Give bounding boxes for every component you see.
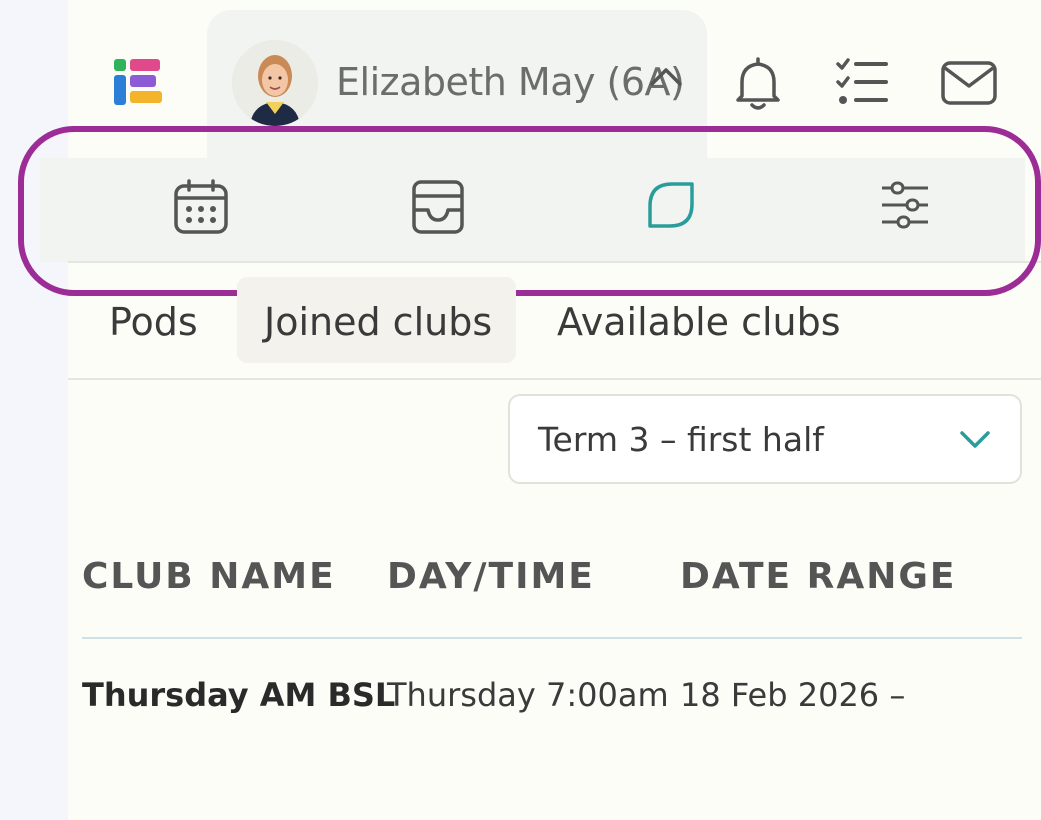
- nav-highlight-outline: [18, 126, 1041, 296]
- club-name-cell[interactable]: Thursday AM BSL: [82, 676, 395, 714]
- column-header-day-time[interactable]: DAY/TIME: [387, 556, 595, 597]
- bell-icon[interactable]: [732, 56, 784, 116]
- tab-pods[interactable]: Pods: [109, 300, 198, 344]
- tabs-divider: [68, 378, 1041, 380]
- app-logo[interactable]: [114, 59, 162, 105]
- tab-available-clubs[interactable]: Available clubs: [557, 300, 841, 344]
- term-select[interactable]: Term 3 – first half: [508, 394, 1022, 484]
- chevron-up-icon[interactable]: [648, 64, 684, 92]
- mail-icon[interactable]: [940, 60, 998, 110]
- avatar: [232, 40, 318, 126]
- profile-name[interactable]: Elizabeth May (6A): [336, 60, 685, 104]
- date-range-cell: 18 Feb 2026 –: [680, 676, 906, 714]
- column-header-date-range[interactable]: DATE RANGE: [680, 556, 956, 597]
- chevron-down-icon: [958, 429, 992, 455]
- tab-joined-clubs[interactable]: Joined clubs: [264, 300, 492, 344]
- table-header-divider: [82, 637, 1022, 639]
- term-select-value: Term 3 – first half: [538, 420, 824, 459]
- checklist-icon[interactable]: [834, 56, 890, 112]
- column-header-club-name[interactable]: CLUB NAME: [82, 556, 336, 597]
- day-time-cell: Thursday 7:00am: [387, 676, 669, 714]
